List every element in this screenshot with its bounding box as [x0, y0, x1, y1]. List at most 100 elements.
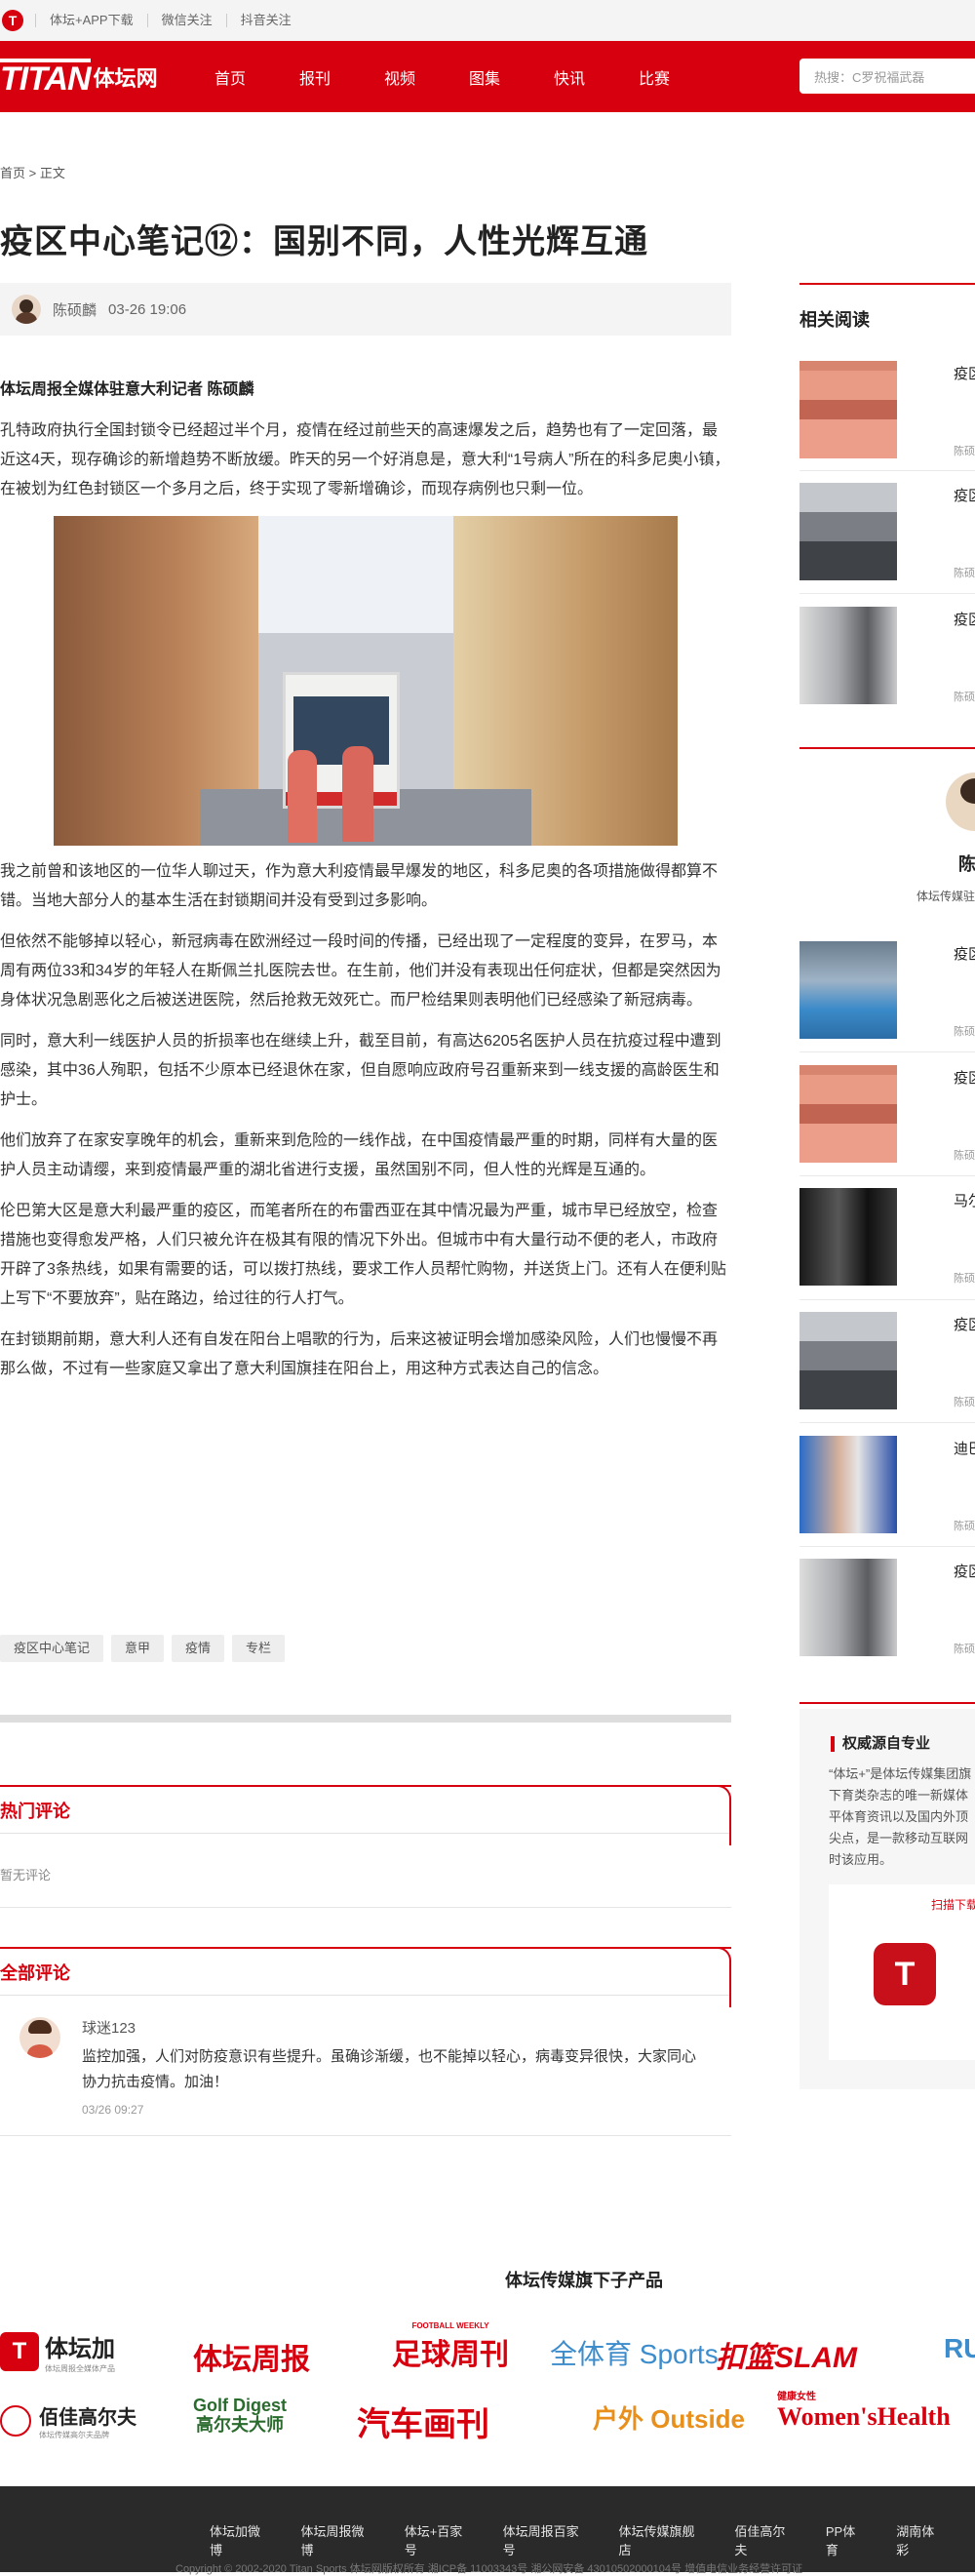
nav-video[interactable]: 视频 — [384, 65, 469, 89]
nav-items: 首页 报刊 视频 图集 快讯 比赛 — [214, 65, 723, 89]
nav-flash[interactable]: 快讯 — [554, 65, 639, 89]
more-item[interactable]: 疫区人性 陈硕 — [800, 941, 975, 1039]
sidebar-sep — [800, 1546, 975, 1547]
related-item-title: 疫区犯下 — [954, 488, 975, 504]
app-icon[interactable]: T — [874, 1943, 936, 2005]
product-logo-titanplus[interactable]: T 体坛加 体坛周报全媒体产品 — [0, 2329, 115, 2374]
product-name: 体坛加 — [45, 2336, 115, 2362]
hot-comments-section: 热门评论 — [0, 1785, 731, 1845]
more-item[interactable]: 疫区犯下 陈硕 — [800, 1312, 975, 1409]
article-paragraph-3: 但依然不能够掉以轻心，新冠病毒在欧洲经过一段时间的传播，已经出现了一定程度的变异… — [0, 933, 722, 1009]
nav-home[interactable]: 首页 — [214, 65, 299, 89]
promo-description: “体坛+”是体坛传媒集团旗下育类杂志的唯一新媒体平体育资讯以及国内外顶尖点，是一… — [829, 1766, 972, 1867]
more-thumb — [800, 1188, 897, 1286]
sidebar-sep — [800, 1299, 975, 1300]
author-name[interactable]: 陈硕麟 — [53, 299, 97, 320]
more-thumb — [800, 1436, 897, 1533]
tag-item[interactable]: 疫情 — [172, 1635, 225, 1662]
more-item-author: 陈硕 — [954, 1026, 975, 1038]
main-nav: TITAN 体坛网 首页 报刊 视频 图集 快讯 比赛 热搜：C罗祝福武磊 — [0, 41, 975, 112]
titan-logo-icon[interactable]: T — [2, 10, 23, 31]
article-body: 体坛周报全媒体驻意大利记者 陈硕麟 孔特政府执行全国封锁令已经超过半个月，疫情在… — [0, 376, 731, 1396]
related-item[interactable]: 疫区犯下 陈硕 — [800, 483, 975, 580]
product-logo-football-weekly[interactable]: FOOTBALL WEEKLY 足球周刊 — [392, 2321, 509, 2373]
commenter-avatar[interactable] — [20, 2017, 60, 2058]
related-header: 相关阅读 — [800, 283, 975, 332]
footer-link[interactable]: 体坛传媒旗舰店 — [618, 2521, 705, 2558]
more-item-title: 迪巴布尤 — [954, 1441, 975, 1457]
breadcrumb-home[interactable]: 首页 — [0, 166, 25, 180]
topbar-app-download[interactable]: 体坛+APP下载 — [35, 14, 147, 27]
product-sub: FOOTBALL WEEKLY — [411, 2321, 489, 2330]
related-thumb — [800, 607, 897, 704]
sidebar-sep — [800, 1422, 975, 1423]
products-title: 体坛传媒旗下子产品 — [505, 2271, 663, 2290]
more-item[interactable]: 疫区亡者 陈硕 — [800, 1065, 975, 1163]
footer-link[interactable]: 佰佳高尔夫 — [734, 2521, 797, 2558]
nav-matches[interactable]: 比赛 — [639, 65, 723, 89]
tag-item[interactable]: 意甲 — [111, 1635, 165, 1662]
no-comments-text: 暂无评论 — [0, 1868, 52, 1882]
product-logo-womens-health[interactable]: 健康女性 Women'sHealth — [777, 2388, 951, 2432]
more-thumb — [800, 1312, 897, 1409]
related-item-author: 陈硕 — [954, 568, 975, 579]
breadcrumb: 首页 > 正文 — [0, 163, 65, 181]
product-logo-sports[interactable]: 全体育 Sports — [550, 2333, 719, 2372]
related-thumb — [800, 483, 897, 580]
topbar-douyin[interactable]: 抖音关注 — [225, 14, 305, 27]
footer-link[interactable]: PP体育 — [826, 2521, 867, 2558]
footer-link[interactable]: 体坛+百家号 — [405, 2521, 474, 2558]
article-photo — [54, 516, 678, 846]
more-item[interactable]: 迪巴布尤 陈硕 — [800, 1436, 975, 1533]
commenter-name[interactable]: 球迷123 — [82, 2017, 136, 2038]
footer-link[interactable]: 体坛加微博 — [210, 2521, 272, 2558]
tag-list: 疫区中心笔记 意甲 疫情 专栏 — [0, 1635, 292, 1662]
more-item[interactable]: 马尔错 陈硕 — [800, 1188, 975, 1286]
topbar-wechat[interactable]: 微信关注 — [146, 14, 226, 27]
more-item-author: 陈硕 — [954, 1397, 975, 1408]
author-profile-avatar[interactable] — [946, 773, 975, 831]
product-logo-slam[interactable]: 扣篮SLAM — [716, 2333, 857, 2376]
more-item-title: 疫区犯下 — [954, 1317, 975, 1333]
profile-title: 体坛传媒驻 — [916, 890, 975, 903]
more-item[interactable]: 疫区大利 陈硕 — [800, 1559, 975, 1656]
sidebar-sep — [800, 1175, 975, 1176]
product-logo-outside[interactable]: 户外 Outside — [593, 2399, 745, 2436]
hot-comments-title: 热门评论 — [0, 1785, 731, 1845]
app-promo-box: 权威源自专业 “体坛+”是体坛传媒集团旗下育类杂志的唯一新媒体平体育资讯以及国内… — [800, 1709, 975, 2089]
author-avatar[interactable] — [12, 295, 41, 324]
comment-text: 监控加强，人们对防疫意识有些提升。虽确诊渐缓，也不能掉以轻心，病毒变异很快，大家… — [82, 2048, 697, 2090]
copyright: Copyright © 2002-2020 Titan Sports 体坛网版权… — [176, 2563, 803, 2575]
publish-date: 03-26 19:06 — [108, 300, 187, 318]
profile-name[interactable]: 陈 — [958, 851, 975, 876]
tag-item[interactable]: 疫区中心笔记 — [0, 1635, 104, 1662]
article-paragraph-1: 孔特政府执行全国封锁令已经超过半个月，疫情在经过前些天的高速爆发之后，趋势也有了… — [0, 422, 730, 497]
related-thumb — [800, 361, 897, 458]
more-thumb — [800, 1065, 897, 1163]
product-name: 佰佳高尔夫 — [39, 2407, 136, 2429]
more-item-author: 陈硕 — [954, 1273, 975, 1285]
related-title: 相关阅读 — [800, 310, 870, 330]
section-divider — [0, 1715, 731, 1723]
logo-en: TITAN — [0, 58, 92, 98]
footer-link[interactable]: 体坛周报百家号 — [503, 2521, 590, 2558]
tag-item[interactable]: 专栏 — [232, 1635, 286, 1662]
site-logo[interactable]: TITAN 体坛网 — [0, 58, 214, 98]
product-name: 足球周刊 — [392, 2339, 509, 2371]
related-item[interactable]: 疫区亡者 陈硕 — [800, 361, 975, 458]
related-item[interactable]: 疫区大利 陈硕 — [800, 607, 975, 704]
search-input[interactable]: 热搜：C罗祝福武磊 — [800, 59, 975, 94]
more-item-author: 陈硕 — [954, 1521, 975, 1532]
product-logo-golf-digest[interactable]: Golf Digest 高尔夫大师 — [191, 2396, 289, 2435]
footer-link[interactable]: 湖南体彩 — [896, 2521, 946, 2558]
footer-link[interactable]: 体坛周报微博 — [301, 2521, 375, 2558]
nav-gallery[interactable]: 图集 — [469, 65, 554, 89]
product-logo-auto[interactable]: 汽车画刊 — [357, 2398, 489, 2445]
product-logo-run[interactable]: RU — [944, 2333, 975, 2364]
breadcrumb-current: 正文 — [39, 166, 65, 180]
product-logo-titan-weekly[interactable]: 体坛周报 — [193, 2335, 310, 2378]
sidebar-sep — [800, 593, 975, 594]
article-byline: 体坛周报全媒体驻意大利记者 陈硕麟 — [0, 381, 254, 398]
nav-newspaper[interactable]: 报刊 — [299, 65, 384, 89]
product-logo-golf[interactable]: 佰佳高尔夫 体坛传媒高尔夫品牌 — [0, 2401, 136, 2440]
